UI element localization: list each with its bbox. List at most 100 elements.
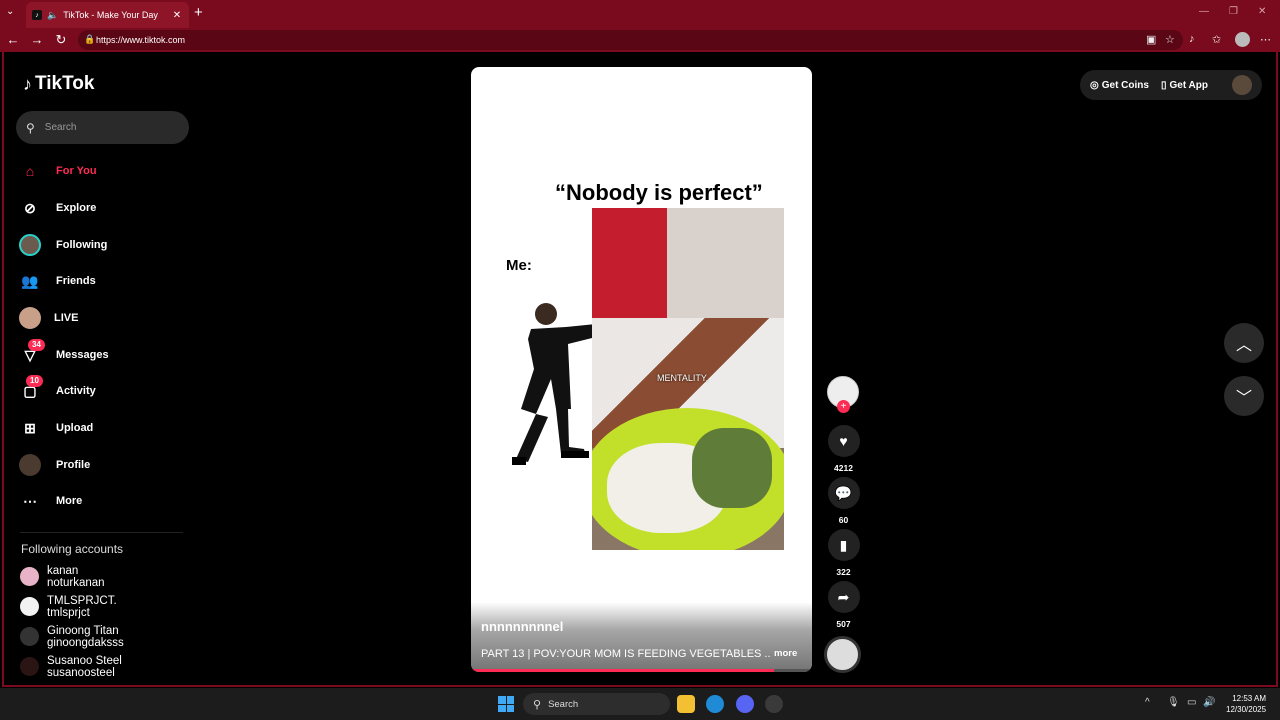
video-username[interactable]: nnnnnnnnnel (481, 619, 563, 634)
activity-icon: ▢ 10 (16, 374, 44, 400)
new-tab-icon[interactable]: + (194, 4, 203, 21)
volume-icon[interactable]: 🔊 (1203, 697, 1215, 708)
windows-start-icon[interactable] (498, 696, 514, 712)
file-explorer-icon[interactable] (677, 695, 695, 713)
messages-icon: ▽ 34 (16, 338, 45, 364)
comment-icon: 💬 (827, 477, 860, 509)
browser-tab[interactable]: ♪ 🔈 TikTok - Make Your Day ✕ (26, 2, 189, 28)
back-icon[interactable]: ← (5, 32, 21, 47)
nav-label: More (56, 495, 83, 507)
edge-icon[interactable] (706, 695, 724, 713)
clock-date: 12/30/2025 (1226, 705, 1267, 714)
comment-count: 60 (838, 515, 849, 525)
tiktok-note-icon: ♪ (23, 73, 32, 94)
nav-for-you[interactable]: ⌂ For You (16, 156, 191, 186)
restore-icon[interactable]: ❐ (1229, 6, 1238, 17)
caption-text: PART 13 | POV:YOUR MOM IS FEEDING VEGETA… (481, 648, 771, 660)
nav-activity[interactable]: ▢ 10 Activity (16, 374, 191, 406)
food-photo: MENTALITY. (592, 208, 784, 550)
tab-title: TikTok - Make Your Day (63, 10, 158, 20)
account-username: ginoongdaksss (47, 637, 124, 649)
address-bar[interactable]: 🔒 https://www.tiktok.com (78, 30, 1183, 50)
network-icon[interactable]: ▭ (1187, 697, 1196, 708)
video-caption-overlay (471, 602, 812, 672)
discord-icon[interactable] (736, 695, 754, 713)
browser-tab-strip: ⌄ ♪ 🔈 TikTok - Make Your Day ✕ + — ❐ ✕ (0, 0, 1280, 28)
speaker-icon[interactable]: 🔈 (47, 10, 58, 21)
tiktok-logo[interactable]: ♪ TikTok (23, 73, 94, 95)
more-icon[interactable]: ⋯ (1260, 33, 1271, 46)
nav-explore[interactable]: ⊘ Explore (16, 193, 191, 223)
account-username: susanoosteel (47, 667, 115, 679)
nav-label: Profile (56, 459, 91, 471)
caption-more-button[interactable]: more (774, 648, 797, 660)
nav-label: Messages (56, 349, 109, 361)
video-player[interactable]: “Nobody is perfect” Me: MENTALITY. nnnnn… (471, 67, 812, 672)
favorite-icon[interactable]: ☆ (1165, 33, 1175, 46)
nav-live[interactable]: LIVE (16, 303, 191, 333)
lock-icon[interactable]: 🔒 (84, 34, 95, 45)
heart-icon: ♥ (827, 425, 860, 457)
account-name: kanan (47, 565, 79, 577)
account-name: Ginoong Titan (47, 625, 119, 637)
live-avatar (19, 307, 41, 329)
microphone-icon[interactable]: 🎙 (1167, 697, 1180, 708)
avatar (20, 567, 39, 586)
get-coins-button[interactable]: ◎ Get Coins (1090, 80, 1149, 91)
windows-taskbar: ⚲ Search ^ 🎙 ▭ 🔊 12:53 AM 12/30/2025 (0, 688, 1280, 720)
address-row: ← → ↻ 🔒 https://www.tiktok.com ▣ ☆ ♪ ✩ ⋯ (0, 28, 1280, 52)
next-video-button[interactable]: ﹀ (1224, 376, 1264, 416)
extensions-icon[interactable]: ♪ (1189, 33, 1195, 45)
nav-messages[interactable]: ▽ 34 Messages (16, 338, 191, 370)
save-button[interactable]: ▮ 322 (827, 529, 860, 577)
chevron-up-icon[interactable]: ^ (1145, 697, 1150, 708)
nav-following[interactable]: Following (16, 230, 191, 260)
following-accounts-title: Following accounts (21, 542, 124, 556)
nav-profile[interactable]: Profile (16, 450, 191, 480)
like-button[interactable]: ♥ 4212 (827, 425, 860, 473)
search-input[interactable]: ⚲ Search (16, 111, 189, 144)
following-account[interactable]: kanan noturkanan (20, 565, 190, 589)
video-progress-bar[interactable] (471, 669, 812, 672)
taskbar-search[interactable]: ⚲ Search (523, 693, 670, 715)
following-account[interactable]: Ginoong Titan ginoongdaksss (20, 625, 190, 649)
forward-icon[interactable]: → (29, 32, 45, 47)
close-window-icon[interactable]: ✕ (1258, 6, 1266, 17)
account-username: noturkanan (47, 577, 105, 589)
following-account[interactable]: TMLSPRJCT. tmlsprjct (20, 595, 190, 619)
nav-upload[interactable]: ⊞ Upload (16, 413, 191, 443)
tab-menu-icon[interactable]: ⌄ (6, 6, 14, 17)
music-disc-icon[interactable] (824, 636, 861, 673)
previous-video-button[interactable]: ︿ (1224, 323, 1264, 363)
app-icon[interactable] (765, 695, 783, 713)
collections-icon[interactable]: ✩ (1212, 33, 1221, 46)
nav-label: Upload (56, 422, 94, 434)
refresh-icon[interactable]: ↻ (53, 32, 69, 48)
compass-icon: ⊘ (24, 199, 36, 216)
phone-icon: ▯ (1160, 79, 1167, 91)
get-coins-label: Get Coins (1101, 79, 1149, 91)
nav-label: Friends (56, 275, 96, 287)
mentality-overlay-text: MENTALITY. (657, 373, 709, 383)
follow-plus-icon[interactable]: + (837, 400, 850, 413)
browser-profile-avatar[interactable] (1235, 32, 1250, 47)
get-app-button[interactable]: ▯ Get App (1161, 80, 1208, 91)
bookmark-icon: ▮ (827, 529, 860, 561)
account-name: TMLSPRJCT. (47, 595, 117, 607)
url-text: https://www.tiktok.com (96, 35, 186, 45)
comment-button[interactable]: 💬 60 (827, 477, 860, 525)
account-name: Susanoo Steel (47, 655, 122, 667)
user-avatar[interactable] (1232, 75, 1252, 95)
following-account[interactable]: Susanoo Steel susanoosteel (20, 655, 190, 679)
share-button[interactable]: ➦ 507 (827, 581, 860, 629)
nav-more[interactable]: ⋯ More (16, 486, 191, 516)
share-icon: ➦ (827, 581, 860, 613)
nav-label: Activity (56, 385, 96, 397)
video-caption: PART 13 | POV:YOUR MOM IS FEEDING VEGETA… (481, 648, 811, 660)
reader-icon[interactable]: ▣ (1146, 33, 1156, 46)
minimize-icon[interactable]: — (1199, 6, 1209, 17)
nav-friends[interactable]: 👥 Friends (16, 266, 191, 296)
tiktok-favicon-icon: ♪ (32, 10, 42, 20)
system-clock[interactable]: 12:53 AM 12/30/2025 (1226, 693, 1266, 715)
close-tab-icon[interactable]: ✕ (171, 10, 183, 21)
